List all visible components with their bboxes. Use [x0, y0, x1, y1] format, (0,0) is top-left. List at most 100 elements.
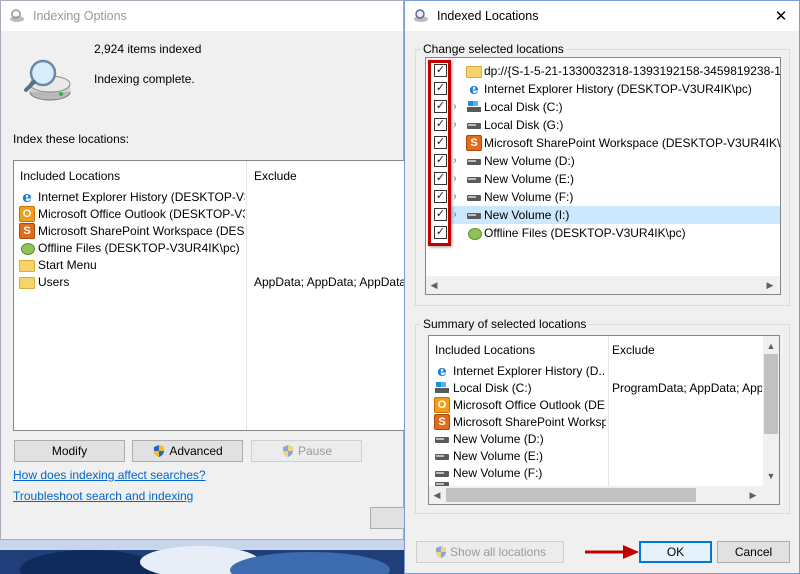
location-name: Users [38, 275, 70, 289]
expand-chevron-icon[interactable]: › [450, 155, 460, 166]
scroll-left-icon[interactable]: ◀ [429, 487, 445, 503]
pause-button[interactable]: Pause [251, 440, 362, 462]
tree-item-label: dp://{S-1-5-21-1330032318-1393192158-345… [484, 64, 780, 78]
drive-icon [466, 117, 482, 133]
tree-item[interactable]: ✓ Offline Files (DESKTOP-V3UR4IK\pc) [426, 224, 780, 242]
checkbox-highlight-annotation [428, 60, 451, 246]
tree-item[interactable]: ✓ › Local Disk (C:) [426, 98, 780, 116]
tree-item-label: Local Disk (C:) [484, 100, 563, 114]
summary-row[interactable]: New Volume (D:) [434, 430, 606, 448]
sharepoint-icon: S [466, 135, 482, 151]
tree-item[interactable]: ✓ S Microsoft SharePoint Workspace (DESK… [426, 134, 780, 152]
ie-icon: e [22, 188, 32, 206]
expand-chevron-icon[interactable]: › [450, 173, 460, 184]
close-icon[interactable]: ✕ [773, 7, 789, 25]
summary-exclude: ProgramData; AppData; AppD... [612, 381, 762, 395]
cancel-button[interactable]: Cancel [717, 541, 790, 563]
summary-column-exclude[interactable]: Exclude [612, 343, 655, 357]
expand-chevron-icon[interactable]: › [450, 209, 460, 220]
summary-label: Summary of selected locations [421, 317, 589, 331]
drive-icon [434, 448, 450, 464]
summary-row[interactable]: Local Disk (C:) [434, 379, 606, 397]
summary-row[interactable]: New Volume (E:) [434, 447, 606, 465]
scroll-right-icon[interactable]: ▶ [762, 277, 778, 293]
advanced-label: Advanced [169, 444, 223, 458]
tree-item[interactable]: ✓ › New Volume (F:) [426, 188, 780, 206]
items-indexed-count: 2,924 items indexed [94, 42, 202, 56]
vertical-scrollbar[interactable]: ▲ ▼ [763, 336, 779, 486]
tree-item-selected[interactable]: ✓ › New Volume (I:) [426, 206, 780, 224]
expand-chevron-icon[interactable]: › [450, 191, 460, 202]
column-header-exclude[interactable]: Exclude [254, 169, 297, 183]
summary-row-name: Internet Explorer History (D... [453, 364, 606, 378]
ok-button[interactable]: OK [639, 541, 712, 563]
ie-icon: e [469, 80, 479, 98]
summary-row[interactable]: e Internet Explorer History (D... [434, 362, 606, 380]
indexing-options-titlebar[interactable]: Indexing Options [1, 1, 403, 31]
list-item[interactable]: S Microsoft SharePoint Workspace (DESKT.… [19, 222, 245, 240]
summary-column-included[interactable]: Included Locations [435, 343, 535, 357]
summary-row-name: Microsoft SharePoint Worksp... [453, 415, 606, 429]
tree-item-label: Internet Explorer History (DESKTOP-V3UR4… [484, 82, 752, 96]
drive-icon [434, 465, 450, 481]
drive-icon [434, 431, 450, 447]
drive-icon [466, 153, 482, 169]
horizontal-scrollbar[interactable]: ◀ ▶ [429, 486, 779, 504]
show-all-locations-button[interactable]: Show all locations [416, 541, 564, 563]
list-item[interactable]: Start Menu [19, 256, 245, 274]
tree-item[interactable]: ✓ › New Volume (E:) [426, 170, 780, 188]
troubleshoot-link[interactable]: Troubleshoot search and indexing [13, 489, 193, 503]
modify-button[interactable]: Modify [14, 440, 125, 462]
tree-item-label: Offline Files (DESKTOP-V3UR4IK\pc) [484, 226, 686, 240]
indexed-locations-window: Indexed Locations ✕ Change selected loca… [404, 0, 800, 574]
c-drive-icon [466, 99, 482, 115]
tree-item[interactable]: ✓ dp://{S-1-5-21-1330032318-1393192158-3… [426, 62, 780, 80]
shield-icon [154, 445, 165, 457]
tree-item-label: New Volume (F:) [484, 190, 574, 204]
list-item[interactable]: O Microsoft Office Outlook (DESKTOP-V3U.… [19, 205, 245, 223]
summary-row[interactable]: S Microsoft SharePoint Worksp... [434, 413, 606, 431]
indexing-options-window: Indexing Options 2,924 items indexed Ind… [0, 0, 410, 540]
tree-item[interactable]: ✓ › New Volume (D:) [426, 152, 780, 170]
index-locations-label: Index these locations: [13, 132, 130, 146]
summary-row[interactable]: O Microsoft Office Outlook (DE... [434, 396, 606, 414]
desktop-wallpaper [0, 540, 404, 574]
scroll-left-icon[interactable]: ◀ [426, 277, 442, 293]
column-header-included[interactable]: Included Locations [20, 169, 120, 183]
locations-tree[interactable]: ✓ dp://{S-1-5-21-1330032318-1393192158-3… [425, 57, 781, 295]
summary-row[interactable]: New Volume (F:) [434, 464, 606, 482]
list-item[interactable]: e Internet Explorer History (DESKTOP-V3U… [19, 188, 245, 206]
tree-item[interactable]: ✓ › Local Disk (G:) [426, 116, 780, 134]
location-name: Offline Files (DESKTOP-V3UR4IK\pc) [38, 241, 240, 255]
modify-label: Modify [51, 444, 88, 458]
advanced-button[interactable]: Advanced [132, 440, 243, 462]
tree-item[interactable]: ✓ e Internet Explorer History (DESKTOP-V… [426, 80, 780, 98]
indexed-locations-titlebar[interactable]: Indexed Locations ✕ [405, 1, 799, 31]
indexing-options-icon [10, 9, 24, 22]
list-item[interactable]: Users [19, 273, 245, 291]
arrow-annotation [585, 545, 639, 559]
scrollbar-thumb[interactable] [446, 488, 696, 502]
horizontal-scrollbar[interactable]: ◀ ▶ [426, 276, 780, 294]
offline-files-icon [19, 240, 35, 256]
indexing-options-icon [414, 9, 428, 22]
c-drive-icon [434, 380, 450, 396]
summary-list[interactable]: Included Locations Exclude e Internet Ex… [428, 335, 780, 505]
pause-label: Pause [297, 444, 333, 458]
how-indexing-link[interactable]: How does indexing affect searches? [13, 468, 206, 482]
expand-chevron-icon[interactable]: › [450, 101, 460, 112]
scroll-up-icon[interactable]: ▲ [763, 338, 779, 354]
folder-icon [466, 66, 482, 78]
drive-icon [466, 171, 482, 187]
summary-row-name: Local Disk (C:) [453, 381, 532, 395]
tree-item-label: Local Disk (G:) [484, 118, 564, 132]
drive-icon [466, 189, 482, 205]
list-item[interactable]: Offline Files (DESKTOP-V3UR4IK\pc) [19, 239, 245, 257]
shield-icon [435, 546, 446, 558]
scroll-right-icon[interactable]: ▶ [745, 487, 761, 503]
sharepoint-icon: S [19, 223, 35, 239]
included-locations-list[interactable]: Included Locations Exclude e Internet Ex… [13, 160, 405, 431]
expand-chevron-icon[interactable]: › [450, 119, 460, 130]
scrollbar-thumb[interactable] [764, 354, 778, 434]
scroll-down-icon[interactable]: ▼ [763, 468, 779, 484]
